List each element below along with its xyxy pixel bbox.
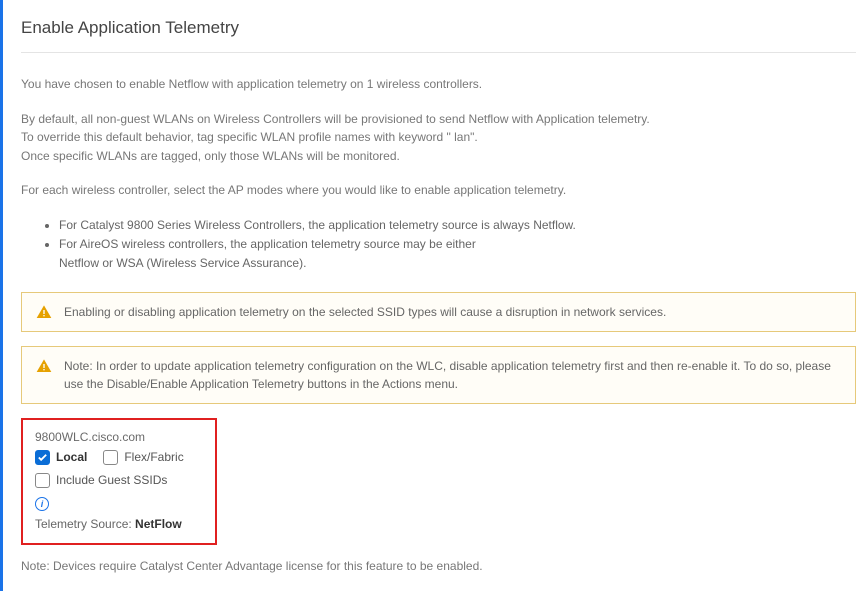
checkbox-icon	[103, 450, 118, 465]
intro-line-1: You have chosen to enable Netflow with a…	[21, 75, 856, 94]
intro-line-2b: To override this default behavior, tag s…	[21, 128, 856, 147]
checkbox-local[interactable]: Local	[35, 450, 87, 465]
warning-alert-note: Note: In order to update application tel…	[21, 346, 856, 404]
intro-text: You have chosen to enable Netflow with a…	[21, 75, 856, 200]
footer-note: Note: Devices require Catalyst Center Ad…	[21, 559, 856, 573]
checkbox-icon	[35, 450, 50, 465]
telemetry-source-value: NetFlow	[135, 517, 182, 531]
intro-line-2a: By default, all non-guest WLANs on Wirel…	[21, 110, 856, 129]
checkbox-local-label: Local	[56, 450, 87, 464]
warning-alert-disruption: Enabling or disabling application teleme…	[21, 292, 856, 332]
warning-icon	[36, 358, 52, 374]
bullet-item-2: For AireOS wireless controllers, the app…	[59, 235, 856, 273]
checkbox-flex-fabric[interactable]: Flex/Fabric	[103, 450, 183, 465]
bullet-item-2b: Netflow or WSA (Wireless Service Assuran…	[59, 256, 306, 270]
bullet-list: For Catalyst 9800 Series Wireless Contro…	[21, 216, 856, 274]
telemetry-source-label: Telemetry Source:	[35, 517, 135, 531]
intro-line-2c: Once specific WLANs are tagged, only tho…	[21, 147, 856, 166]
warning-icon	[36, 304, 52, 320]
bullet-item-1: For Catalyst 9800 Series Wireless Contro…	[59, 216, 856, 235]
device-panel: 9800WLC.cisco.com Local Flex/Fabric I	[21, 418, 217, 545]
checkbox-guest-label: Include Guest SSIDs	[56, 473, 167, 487]
checkbox-flex-label: Flex/Fabric	[124, 450, 183, 464]
checkbox-icon	[35, 473, 50, 488]
device-hostname: 9800WLC.cisco.com	[35, 430, 203, 444]
page-title: Enable Application Telemetry	[21, 18, 856, 53]
bullet-item-2a: For AireOS wireless controllers, the app…	[59, 237, 476, 251]
telemetry-source: Telemetry Source: NetFlow	[35, 517, 203, 531]
warning-text-1: Enabling or disabling application teleme…	[64, 303, 666, 321]
checkbox-include-guest-ssids[interactable]: Include Guest SSIDs	[35, 473, 167, 488]
intro-line-3: For each wireless controller, select the…	[21, 181, 856, 200]
info-icon[interactable]: i	[35, 497, 49, 511]
warning-text-2: Note: In order to update application tel…	[64, 357, 841, 393]
